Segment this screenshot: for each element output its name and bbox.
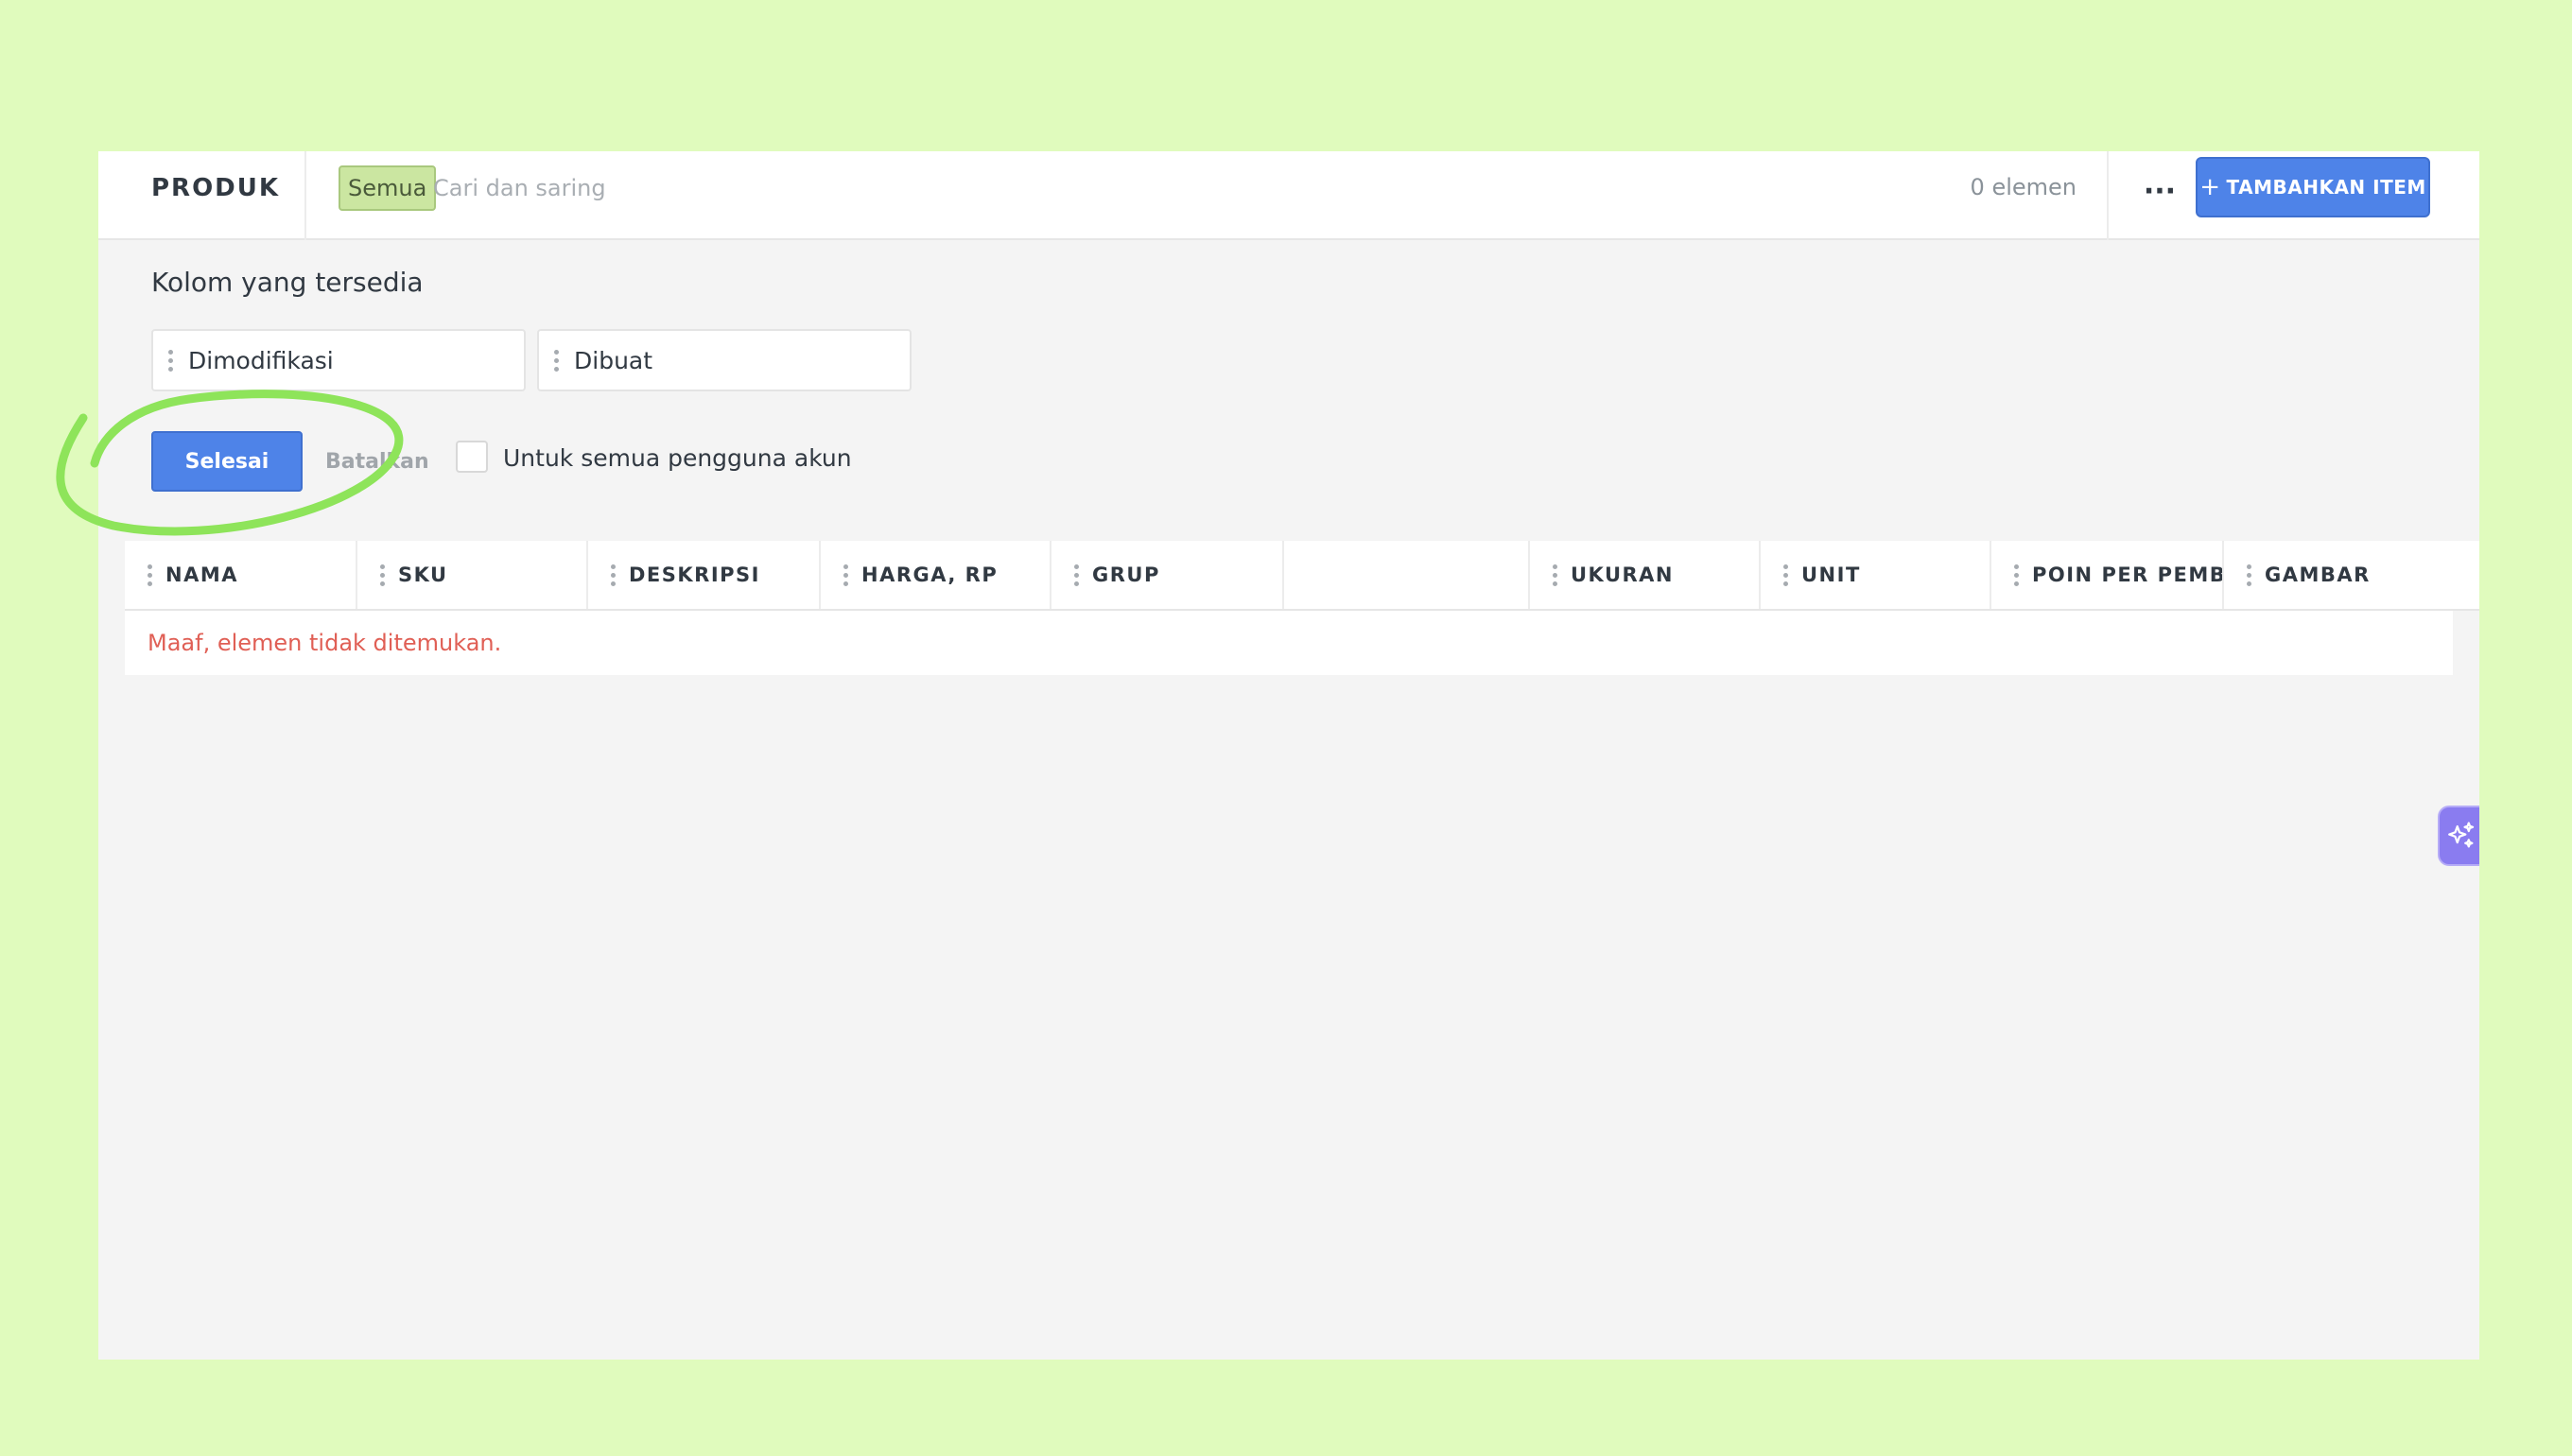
drag-handle-icon[interactable]	[168, 349, 173, 372]
all-users-label: Untuk semua pengguna akun	[503, 444, 852, 472]
app-window: PRODUK Semua 0 elemen ··· + TAMBAHKAN IT…	[98, 151, 2479, 1360]
more-horizontal-icon: ···	[2143, 174, 2177, 208]
column-header-points[interactable]: POIN PER PEMBELIAN	[1991, 541, 2224, 609]
all-users-checkbox[interactable]	[456, 441, 488, 473]
cancel-button[interactable]: Batalkan	[325, 450, 429, 474]
column-header-label: GRUP	[1092, 563, 1160, 586]
empty-state-message: Maaf, elemen tidak ditemukan.	[125, 611, 2453, 675]
drag-handle-icon[interactable]	[380, 563, 385, 586]
element-count: 0 elemen	[1970, 174, 2077, 200]
column-header-label: GAMBAR	[2265, 563, 2371, 586]
column-chip-label: Dimodifikasi	[188, 346, 334, 374]
sparkles-icon	[2448, 822, 2475, 848]
column-header-size[interactable]: UKURAN	[1530, 541, 1761, 609]
divider	[304, 151, 306, 240]
done-button[interactable]: Selesai	[151, 431, 303, 492]
add-item-label: TAMBAHKAN ITEM	[2226, 176, 2426, 199]
column-header-unit[interactable]: UNIT	[1761, 541, 1991, 609]
column-header-image[interactable]: GAMBAR	[2224, 541, 2479, 609]
drag-handle-icon[interactable]	[1074, 563, 1079, 586]
plus-icon: +	[2199, 173, 2221, 201]
column-chip-label: Dibuat	[574, 346, 653, 374]
drag-handle-icon[interactable]	[1783, 563, 1788, 586]
column-header-name[interactable]: NAMA	[125, 541, 357, 609]
column-header-label: UKURAN	[1571, 563, 1675, 586]
table-header: NAMA SKU DESKRIPSI HARGA, RP GRUP UKURAN…	[125, 541, 2479, 611]
column-header-price[interactable]: HARGA, RP	[821, 541, 1051, 609]
add-item-button[interactable]: + TAMBAHKAN ITEM	[2196, 157, 2430, 217]
filter-tag-all[interactable]: Semua	[339, 165, 437, 211]
column-header-group[interactable]: GRUP	[1051, 541, 1284, 609]
column-header-label: NAMA	[165, 563, 238, 586]
drag-handle-icon[interactable]	[843, 563, 848, 586]
drag-handle-icon[interactable]	[611, 563, 616, 586]
column-header-label: UNIT	[1801, 563, 1861, 586]
column-header-empty	[1284, 541, 1530, 609]
drag-handle-icon[interactable]	[554, 349, 559, 372]
page-title: PRODUK	[151, 174, 281, 202]
column-chip-created[interactable]: Dibuat	[537, 329, 912, 391]
column-header-sku[interactable]: SKU	[357, 541, 588, 609]
column-header-label: POIN PER PEMBELIAN	[2032, 563, 2224, 586]
ai-assistant-button[interactable]	[2438, 806, 2479, 866]
top-bar: PRODUK Semua 0 elemen ··· + TAMBAHKAN IT…	[98, 151, 2479, 240]
column-header-label: SKU	[398, 563, 448, 586]
drag-handle-icon[interactable]	[2247, 563, 2251, 586]
search-input[interactable]	[433, 165, 1662, 211]
drag-handle-icon[interactable]	[1553, 563, 1557, 586]
column-chip-modified[interactable]: Dimodifikasi	[151, 329, 526, 391]
column-header-label: DESKRIPSI	[629, 563, 760, 586]
divider	[2107, 151, 2109, 240]
column-header-description[interactable]: DESKRIPSI	[588, 541, 821, 609]
more-button[interactable]: ···	[2141, 172, 2179, 210]
available-columns-heading: Kolom yang tersedia	[151, 267, 424, 298]
drag-handle-icon[interactable]	[2014, 563, 2019, 586]
drag-handle-icon[interactable]	[148, 563, 152, 586]
column-header-label: HARGA, RP	[861, 563, 999, 586]
